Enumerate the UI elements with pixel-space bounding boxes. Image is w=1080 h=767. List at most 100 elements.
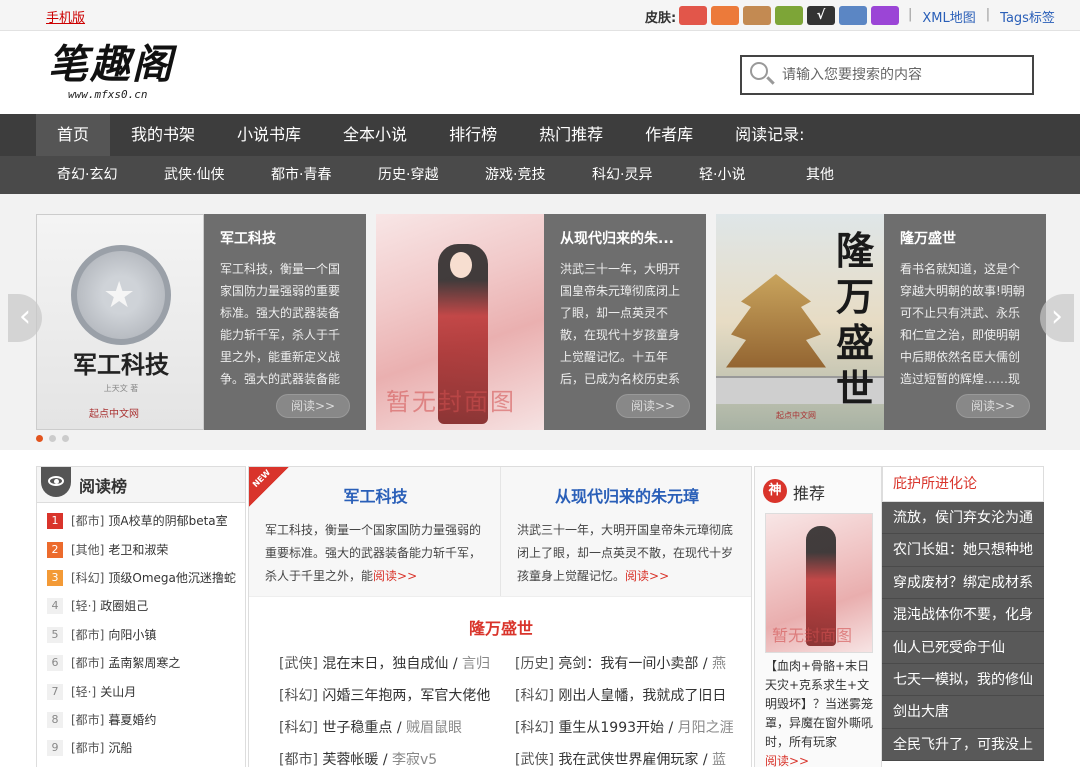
- slide-1[interactable]: ★ 军工科技 上天文 著 起点中文网 军工科技 军工科技，衡量一个国家国防力量强…: [36, 214, 366, 430]
- read-button[interactable]: 阅读>>: [956, 394, 1030, 418]
- slider-dot[interactable]: [36, 435, 43, 442]
- skin-swatch[interactable]: [743, 6, 771, 25]
- book-list-item[interactable]: [都市] 芙蓉帐暖 / 李寂v5: [279, 749, 515, 767]
- book-name[interactable]: 闪婚三年抱两，军官大佬他: [322, 688, 490, 704]
- skin-swatch[interactable]: [711, 6, 739, 25]
- skin-swatch[interactable]: [871, 6, 899, 25]
- rank-book-name[interactable]: 孟南絮周寒之: [108, 649, 180, 677]
- slide-3[interactable]: 隆万盛世 起点中文网 隆万盛世 看书名就知道，这是个穿越大明朝的故事!明朝可不止…: [716, 214, 1046, 430]
- rank-book-name[interactable]: 顶级Omega他沉迷撸蛇: [108, 564, 236, 592]
- category-nav-item[interactable]: 历史·穿越: [357, 156, 464, 194]
- rank-book-name[interactable]: 顶A校草的阴郁beta室: [108, 507, 227, 535]
- read-more-link[interactable]: 阅读>>: [373, 569, 417, 583]
- category-nav-item[interactable]: 奇幻·玄幻: [36, 156, 143, 194]
- book-name[interactable]: 刚出人皇幡，我就成了旧日: [558, 688, 726, 704]
- slide-title[interactable]: 隆万盛世: [900, 228, 1030, 248]
- skin-swatch[interactable]: [775, 6, 803, 25]
- rank-book-name[interactable]: 政圈姐己: [100, 592, 148, 620]
- side-book-item[interactable]: 穿成废材？绑定成材系: [882, 566, 1044, 600]
- book-author[interactable]: 燕: [712, 656, 726, 672]
- category-nav-item[interactable]: 都市·青春: [250, 156, 357, 194]
- book-list-item[interactable]: [历史] 亮剑：我有一间小卖部 / 燕: [515, 653, 749, 676]
- rank-item[interactable]: 9 [都市] 沉船: [47, 734, 245, 762]
- book-name[interactable]: 重生从1993开始: [558, 720, 664, 736]
- read-more-link[interactable]: 阅读>>: [625, 569, 669, 583]
- read-button[interactable]: 阅读>>: [276, 394, 350, 418]
- featured-main-title[interactable]: 隆万盛世: [249, 615, 753, 639]
- book-list-item[interactable]: [科幻] 刚出人皇幡，我就成了旧日: [515, 685, 749, 708]
- side-book-item[interactable]: 混沌战体你不要，化身: [882, 599, 1044, 632]
- nav-item[interactable]: 阅读记录:: [714, 114, 825, 156]
- category-nav-item[interactable]: 其他: [785, 156, 892, 194]
- rank-item[interactable]: 2 [其他] 老卫和淑荣: [47, 535, 245, 563]
- book-author[interactable]: 蓝: [712, 752, 726, 767]
- slider-dot[interactable]: [62, 435, 69, 442]
- category-nav-item[interactable]: 游戏·竞技: [464, 156, 571, 194]
- nav-item[interactable]: 热门推荐: [518, 114, 624, 156]
- xml-map-link[interactable]: XML地图: [922, 7, 975, 26]
- slide-title[interactable]: 军工科技: [220, 228, 350, 248]
- rank-book-name[interactable]: 向阳小镇: [108, 621, 156, 649]
- side-book-item[interactable]: 全民飞升了，可我没上: [882, 728, 1044, 762]
- mobile-version-link[interactable]: 手机版: [46, 7, 85, 26]
- book-cover[interactable]: 隆万盛世 起点中文网: [716, 214, 884, 430]
- side-book-item[interactable]: 流放，侯门弃女沦为通: [882, 502, 1044, 535]
- book-list-item[interactable]: [武侠] 混在末日，独自成仙 / 言归: [279, 653, 515, 676]
- book-name[interactable]: 亮剑：我有一间小卖部: [558, 656, 698, 672]
- slider-dot[interactable]: [49, 435, 56, 442]
- nav-item[interactable]: 首页: [36, 114, 111, 156]
- nav-item[interactable]: 作者库: [624, 114, 714, 156]
- book-name[interactable]: 芙蓉帐暖: [322, 752, 378, 767]
- featured-title[interactable]: 从现代归来的朱元璋: [517, 483, 737, 507]
- rank-item[interactable]: 8 [都市] 暮夏婚约: [47, 706, 245, 734]
- book-author[interactable]: 贼眉鼠眼: [406, 720, 462, 736]
- rank-item[interactable]: 1 [都市] 顶A校草的阴郁beta室: [47, 507, 245, 535]
- skin-swatch[interactable]: √: [807, 6, 835, 25]
- book-list-item[interactable]: [科幻] 世子稳重点 / 贼眉鼠眼: [279, 717, 515, 740]
- book-cover[interactable]: 暂无封面图: [376, 214, 544, 430]
- slide-2[interactable]: 暂无封面图 从现代归来的朱... 洪武三十一年，大明开国皇帝朱元璋彻底闭上了眼，…: [376, 214, 706, 430]
- category-nav-item[interactable]: 武侠·仙侠: [143, 156, 250, 194]
- search-input[interactable]: [782, 67, 1022, 83]
- category-nav-item[interactable]: 轻·小说: [678, 156, 785, 194]
- rank-book-name[interactable]: 老卫和淑荣: [108, 536, 168, 564]
- side-list-head[interactable]: 庇护所进化论: [882, 466, 1044, 502]
- book-author[interactable]: 月阳之涯: [678, 720, 734, 736]
- side-book-item[interactable]: 剑出大唐: [882, 696, 1044, 729]
- nav-item[interactable]: 排行榜: [428, 114, 518, 156]
- book-list-item[interactable]: [武侠] 我在武侠世界雇佣玩家 / 蓝: [515, 749, 749, 767]
- rank-book-name[interactable]: 沉船: [108, 734, 132, 762]
- book-cover[interactable]: ★ 军工科技 上天文 著 起点中文网: [36, 214, 204, 430]
- side-book-item[interactable]: 农门长姐：她只想种地: [882, 534, 1044, 567]
- rank-item[interactable]: 3 [科幻] 顶级Omega他沉迷撸蛇: [47, 564, 245, 592]
- rank-item[interactable]: 7 [轻·] 关山月: [47, 677, 245, 705]
- rank-item[interactable]: 5 [都市] 向阳小镇: [47, 621, 245, 649]
- side-book-item[interactable]: 仙人已死受命于仙: [882, 631, 1044, 664]
- nav-item[interactable]: 小说书库: [216, 114, 322, 156]
- read-more-link[interactable]: 阅读>>: [765, 754, 809, 767]
- book-name[interactable]: 我在武侠世界雇佣玩家: [558, 752, 698, 767]
- book-name[interactable]: 世子稳重点: [322, 720, 392, 736]
- featured-title[interactable]: 军工科技: [265, 483, 486, 507]
- nav-item[interactable]: 全本小说: [322, 114, 428, 156]
- recommend-cover[interactable]: 暂无封面图: [765, 513, 873, 653]
- nav-item[interactable]: 我的书架: [110, 114, 216, 156]
- rank-item[interactable]: 6 [都市] 孟南絮周寒之: [47, 649, 245, 677]
- book-list-item[interactable]: [科幻] 闪婚三年抱两，军官大佬他: [279, 685, 515, 708]
- book-author[interactable]: 言归: [462, 656, 490, 672]
- rank-book-name[interactable]: 暮夏婚约: [108, 706, 156, 734]
- tags-link[interactable]: Tags标签: [1000, 7, 1055, 26]
- rank-item[interactable]: 4 [轻·] 政圈姐己: [47, 592, 245, 620]
- read-button[interactable]: 阅读>>: [616, 394, 690, 418]
- site-logo[interactable]: 笔趣阁 www.mfxs0.cn: [48, 42, 198, 104]
- book-author[interactable]: 李寂v5: [392, 752, 437, 767]
- skin-swatch[interactable]: [839, 6, 867, 25]
- category-nav-item[interactable]: 科幻·灵异: [571, 156, 678, 194]
- search-icon[interactable]: [748, 60, 778, 90]
- skin-swatch[interactable]: [679, 6, 707, 25]
- book-name[interactable]: 混在末日，独自成仙: [322, 656, 448, 672]
- slide-title[interactable]: 从现代归来的朱...: [560, 228, 690, 248]
- rank-book-name[interactable]: 关山月: [100, 678, 136, 706]
- book-list-item[interactable]: [科幻] 重生从1993开始 / 月阳之涯: [515, 717, 749, 740]
- side-book-item[interactable]: 七天一模拟，我的修仙: [882, 663, 1044, 697]
